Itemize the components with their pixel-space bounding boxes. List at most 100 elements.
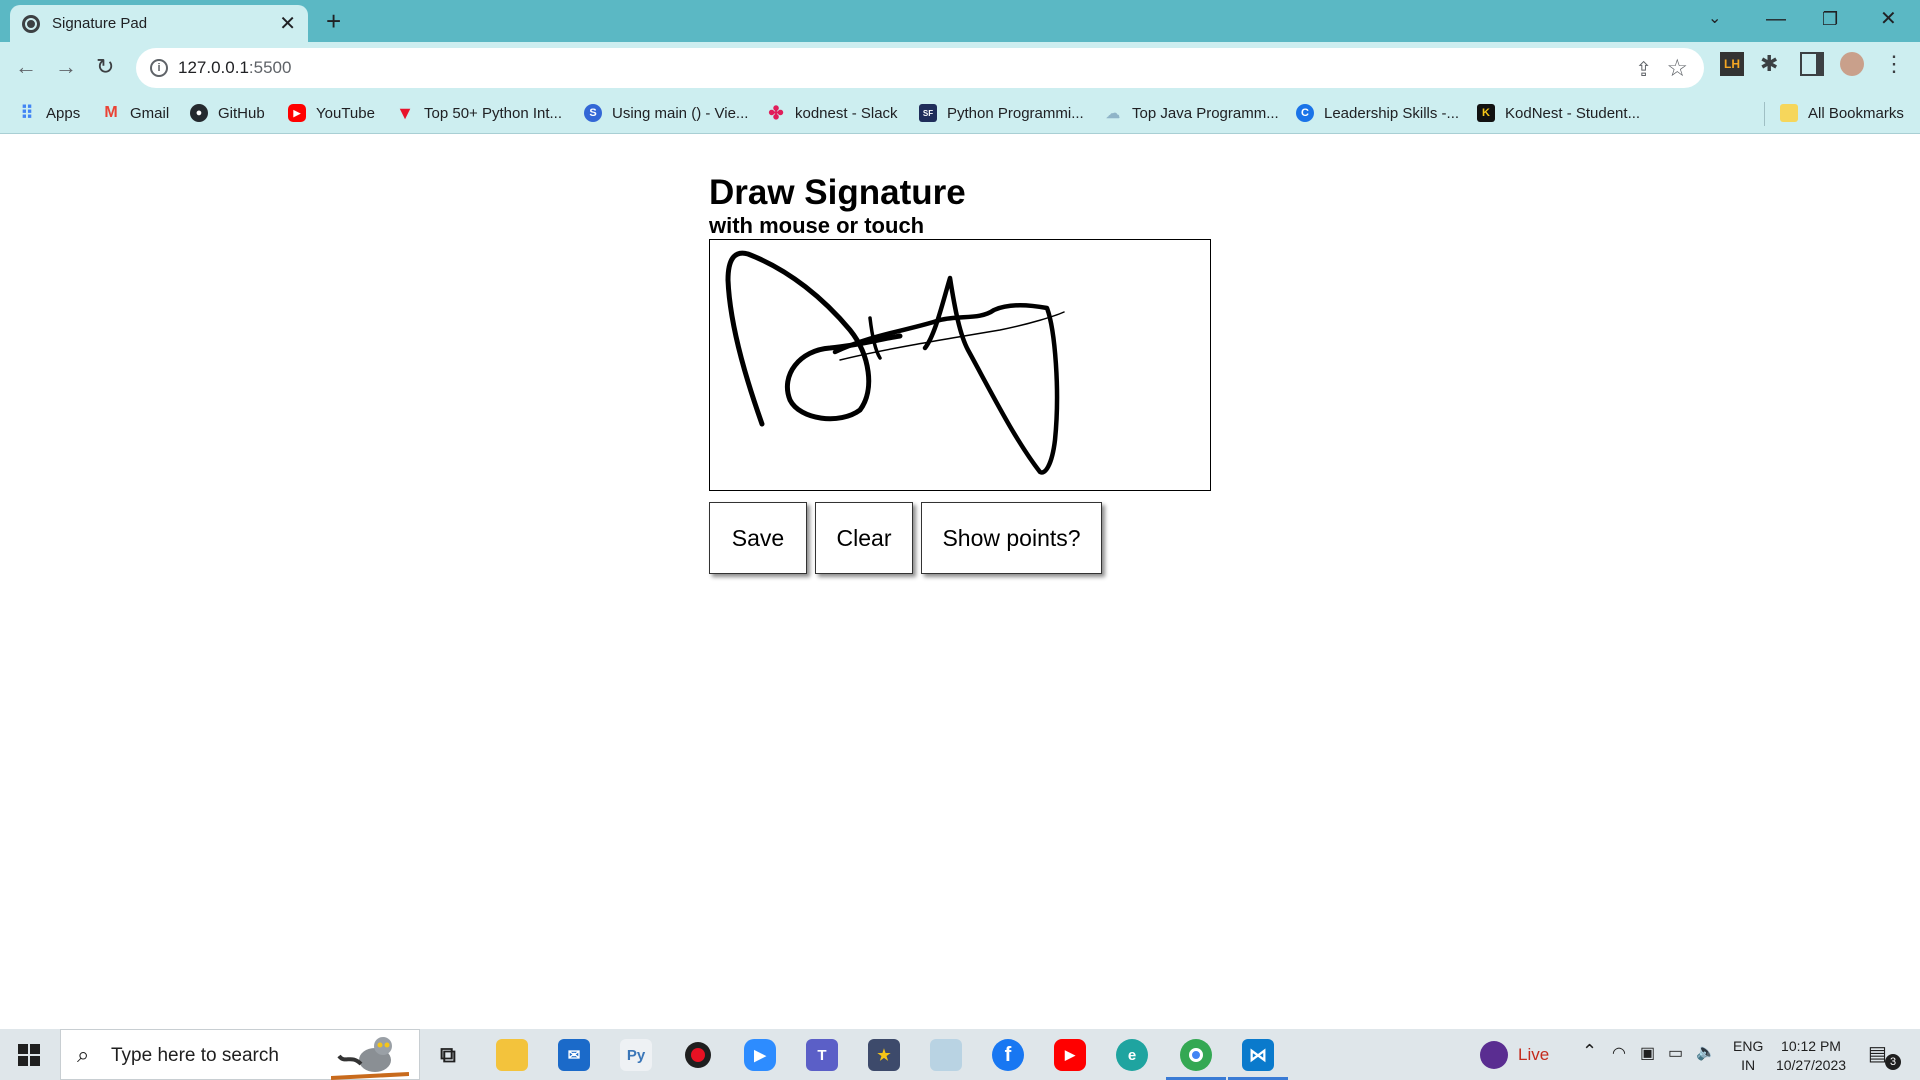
page-viewport: Draw Signature with mouse or touch Save … bbox=[0, 135, 1920, 1029]
taskbar-search-box[interactable]: ⌕ Type here to search bbox=[60, 1029, 420, 1080]
signature-canvas[interactable] bbox=[709, 239, 1211, 491]
bookmark-python-programming[interactable]: SF Python Programmi... bbox=[919, 104, 1084, 122]
show-points-button[interactable]: Show points? bbox=[921, 502, 1102, 574]
slack-icon: ✤ bbox=[768, 102, 784, 123]
extensions-puzzle-icon[interactable]: ✱ bbox=[1760, 52, 1784, 76]
live-label: Live bbox=[1518, 1045, 1550, 1064]
bookmarks-bar: ⠿ Apps M Gmail ● GitHub ▶ YouTube ▼ Top … bbox=[0, 94, 1920, 134]
live-widget[interactable]: Live bbox=[1480, 1041, 1549, 1069]
screen-recorder-icon[interactable] bbox=[682, 1039, 714, 1071]
bookmark-label: YouTube bbox=[316, 104, 375, 122]
windows-taskbar: ⌕ Type here to search ⧉ ✉ Py ▶ T ★ f ▶ e… bbox=[0, 1029, 1920, 1080]
bookmark-label: KodNest - Student... bbox=[1505, 104, 1641, 122]
minimize-window-button[interactable]: — bbox=[1766, 6, 1786, 32]
volume-icon[interactable]: 🔈 bbox=[1696, 1042, 1716, 1062]
save-button[interactable]: Save bbox=[709, 502, 807, 574]
windows-start-icon[interactable] bbox=[18, 1044, 40, 1066]
vscode-icon[interactable]: ⋈ bbox=[1242, 1039, 1274, 1071]
sf-icon: SF bbox=[919, 104, 937, 122]
address-bar[interactable]: i 127.0.0.1:5500 ⇪ ☆ bbox=[136, 48, 1704, 88]
bookmark-apps[interactable]: ⠿ Apps bbox=[18, 102, 81, 123]
youtube-icon: ▶ bbox=[288, 104, 306, 122]
github-icon: ● bbox=[190, 104, 208, 122]
bookmark-youtube[interactable]: ▶ YouTube bbox=[288, 104, 375, 122]
bookmark-kodnest[interactable]: K KodNest - Student... bbox=[1477, 104, 1640, 122]
python-idle-icon[interactable]: Py bbox=[620, 1039, 652, 1071]
tab-title: Signature Pad bbox=[52, 15, 148, 32]
bookmark-java-programs[interactable]: ☁ Top Java Programm... bbox=[1104, 104, 1279, 122]
file-explorer-icon[interactable] bbox=[496, 1039, 528, 1071]
bookmark-label: Top Java Programm... bbox=[1132, 104, 1279, 122]
java-site-icon: ☁ bbox=[1106, 104, 1120, 121]
extension-lh-icon[interactable]: LH bbox=[1720, 52, 1744, 76]
gmail-icon: M bbox=[104, 104, 118, 121]
c-site-icon: C bbox=[1296, 104, 1314, 122]
bookmark-github[interactable]: ● GitHub bbox=[190, 104, 265, 122]
bookmark-star-icon[interactable]: ☆ bbox=[1666, 54, 1688, 83]
all-bookmarks-label: All Bookmarks bbox=[1808, 104, 1904, 122]
zoom-icon[interactable]: ▶ bbox=[744, 1039, 776, 1071]
browser-tabstrip: Signature Pad ✕ + ⌄ — ❐ ✕ bbox=[0, 0, 1920, 42]
youtube-taskbar-icon[interactable]: ▶ bbox=[1054, 1039, 1086, 1071]
share-icon[interactable]: ⇪ bbox=[1635, 57, 1652, 82]
search-placeholder: Type here to search bbox=[111, 1045, 279, 1066]
new-tab-button[interactable]: + bbox=[326, 8, 341, 34]
bookmark-gmail[interactable]: M Gmail bbox=[102, 104, 169, 122]
browser-toolbar: ← → ↻ i 127.0.0.1:5500 ⇪ ☆ LH ✱ ⋮ bbox=[0, 42, 1920, 94]
app-badge-icon[interactable]: ★ bbox=[868, 1039, 900, 1071]
language-label: ENG bbox=[1733, 1038, 1764, 1054]
teams-icon[interactable]: T bbox=[806, 1039, 838, 1071]
show-hidden-icons-icon[interactable]: ⌃ bbox=[1582, 1041, 1597, 1062]
live-badge-icon bbox=[1480, 1041, 1508, 1069]
search-highlight-lemur-icon bbox=[331, 1037, 409, 1080]
bookmark-leadership[interactable]: C Leadership Skills -... bbox=[1296, 104, 1459, 122]
bookmark-label: Gmail bbox=[130, 104, 170, 122]
close-window-button[interactable]: ✕ bbox=[1880, 6, 1897, 32]
url-host: 127.0.0.1 bbox=[178, 58, 249, 77]
browser-menu-icon[interactable]: ⋮ bbox=[1882, 52, 1906, 76]
clock[interactable]: 10:12 PM 10/27/2023 bbox=[1774, 1037, 1848, 1075]
language-indicator[interactable]: ENG IN bbox=[1733, 1037, 1763, 1075]
back-arrow-icon[interactable]: ← bbox=[15, 54, 37, 80]
wifi-icon[interactable]: ◠ bbox=[1612, 1043, 1626, 1063]
edge-icon[interactable]: e bbox=[1116, 1039, 1148, 1071]
all-bookmarks-button[interactable]: All Bookmarks bbox=[1780, 104, 1904, 122]
bookmark-label: Python Programmi... bbox=[947, 104, 1084, 122]
address-url[interactable]: 127.0.0.1:5500 bbox=[178, 58, 291, 78]
bookmark-python-interview[interactable]: ▼ Top 50+ Python Int... bbox=[396, 102, 563, 123]
chrome-icon[interactable] bbox=[1180, 1039, 1212, 1071]
site-info-icon[interactable]: i bbox=[150, 59, 168, 77]
clear-button[interactable]: Clear bbox=[815, 502, 913, 574]
tab-search-chevron-icon[interactable]: ⌄ bbox=[1708, 6, 1721, 32]
bookmark-label: Top 50+ Python Int... bbox=[424, 104, 563, 122]
bookmark-using-main[interactable]: S Using main () - Vie... bbox=[584, 104, 748, 122]
bookmark-label: Leadership Skills -... bbox=[1324, 104, 1460, 122]
forward-arrow-icon[interactable]: → bbox=[55, 54, 77, 80]
battery-icon[interactable]: ▭ bbox=[1668, 1043, 1683, 1063]
profile-avatar[interactable] bbox=[1840, 52, 1864, 76]
browser-tab[interactable]: Signature Pad ✕ bbox=[10, 5, 308, 42]
paper-app-icon[interactable] bbox=[930, 1039, 962, 1071]
bookmarks-divider bbox=[1764, 102, 1765, 126]
url-port: :5500 bbox=[248, 58, 292, 77]
task-view-icon[interactable]: ⧉ bbox=[432, 1039, 464, 1071]
python-site-icon: ▼ bbox=[396, 102, 414, 123]
bookmark-slack[interactable]: ✤ kodnest - Slack bbox=[767, 102, 898, 123]
facebook-icon[interactable]: f bbox=[992, 1039, 1024, 1071]
kodnest-icon: K bbox=[1477, 104, 1495, 122]
bookmark-label: kodnest - Slack bbox=[795, 104, 898, 122]
meet-now-icon[interactable]: ▣ bbox=[1640, 1043, 1655, 1063]
reload-icon[interactable]: ↻ bbox=[96, 54, 114, 80]
apps-grid-icon: ⠿ bbox=[20, 102, 34, 123]
search-icon: ⌕ bbox=[77, 1042, 90, 1067]
bookmark-label: Using main () - Vie... bbox=[612, 104, 749, 122]
side-panel-icon[interactable] bbox=[1800, 52, 1824, 76]
mail-icon[interactable]: ✉ bbox=[558, 1039, 590, 1071]
restore-window-button[interactable]: ❐ bbox=[1822, 6, 1838, 32]
region-label: IN bbox=[1741, 1057, 1756, 1073]
bookmark-label: Apps bbox=[46, 104, 81, 122]
close-tab-icon[interactable]: ✕ bbox=[279, 14, 296, 34]
folder-icon bbox=[1780, 104, 1798, 122]
signature-strokes bbox=[725, 250, 1065, 475]
clock-time: 10:12 PM bbox=[1781, 1038, 1841, 1054]
